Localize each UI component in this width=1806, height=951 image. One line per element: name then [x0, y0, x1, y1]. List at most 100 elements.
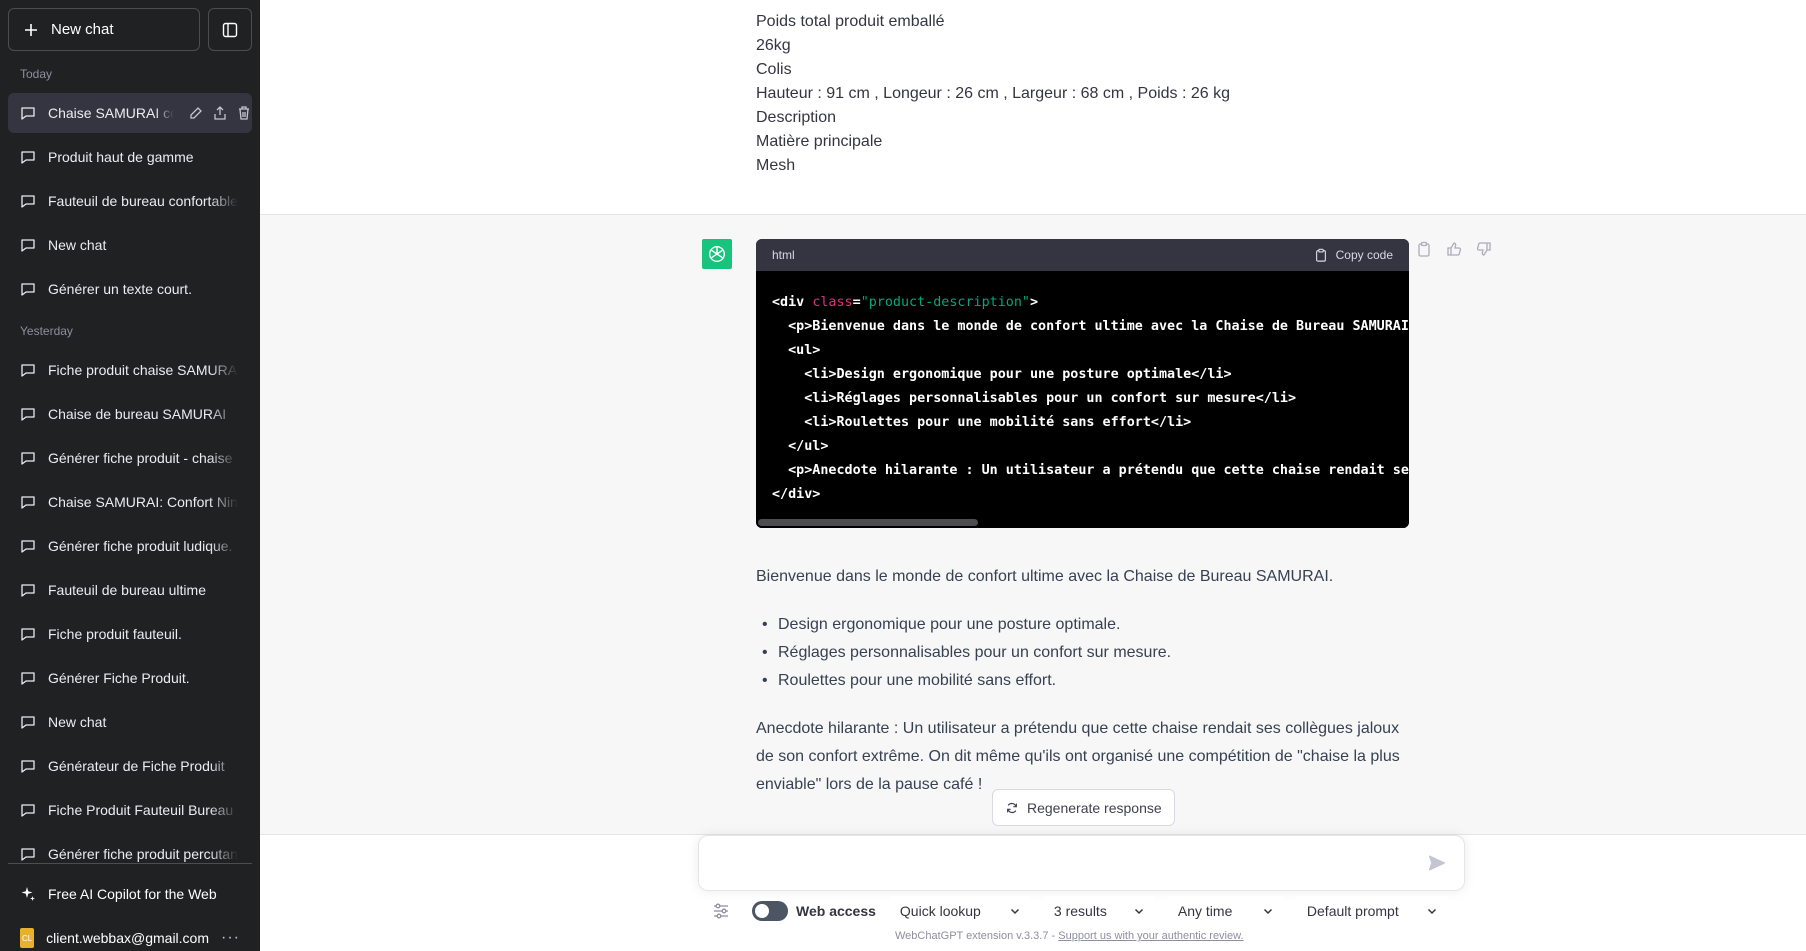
chevron-down-icon — [1427, 908, 1436, 915]
user-line: Description — [756, 109, 837, 126]
chat-bubble-icon — [21, 107, 35, 120]
sidebar-chat-item[interactable]: Chaise SAMURAI co — [8, 93, 252, 133]
sidebar-chat-item[interactable]: Générer fiche produit percutant — [8, 834, 252, 874]
code-scrollbar[interactable] — [756, 518, 1409, 528]
sliders-icon[interactable] — [712, 902, 730, 920]
feature-list: Design ergonomique pour une posture opti… — [756, 611, 1409, 695]
sidebar-chat-item[interactable]: Fiche produit fauteuil. — [8, 614, 252, 654]
time-select[interactable]: Any time — [1167, 896, 1283, 926]
mode-select[interactable]: Quick lookup — [889, 896, 1030, 926]
chat-bubble-icon — [21, 283, 35, 296]
regenerate-response-button[interactable]: Regenerate response — [992, 789, 1175, 826]
sidebar-chat-item[interactable]: Produit haut de gamme — [8, 137, 252, 177]
support-review-link[interactable]: Support us with your authentic review. — [1058, 930, 1243, 942]
code-line: <p>Bienvenue dans le monde de confort ul… — [772, 319, 1409, 334]
sidebar-chat-item[interactable]: Fiche Produit Fauteuil Bureau — [8, 790, 252, 830]
sidebar-chat-item[interactable]: Chaise de bureau SAMURAI — [8, 394, 252, 434]
chat-item-actions — [188, 105, 252, 121]
copy-code-label: Copy code — [1335, 248, 1393, 262]
chat-bubble-icon — [21, 848, 35, 861]
user-message-text: Poids total produit emballé 26kg Colis H… — [756, 10, 1230, 178]
thumbs-up-icon[interactable] — [1446, 241, 1462, 257]
list-item: Réglages personnalisables pour un confor… — [756, 639, 1409, 667]
plus-icon — [25, 23, 37, 36]
chat-item-label: Fiche Produit Fauteuil Bureau — [48, 802, 234, 818]
time-value: Any time — [1177, 903, 1233, 919]
sidebar-chat-item[interactable]: Fiche produit chaise SAMURAI — [8, 350, 252, 390]
mode-value: Quick lookup — [899, 903, 981, 919]
message-feedback — [1416, 241, 1492, 257]
share-icon[interactable] — [212, 105, 228, 121]
chat-bubble-icon — [21, 584, 35, 597]
sidebar-chat-item[interactable]: Générer fiche produit - chaise — [8, 438, 252, 478]
sidebar-toggle-button[interactable] — [208, 8, 252, 51]
sidebar-chat-item[interactable]: New chat — [8, 702, 252, 742]
thumbs-down-icon[interactable] — [1476, 241, 1492, 257]
code-line: </ul> — [772, 439, 829, 454]
chat-bubble-icon — [21, 239, 35, 252]
chat-bubble-icon — [21, 628, 35, 641]
sidebar-chat-item[interactable]: Générer Fiche Produit. — [8, 658, 252, 698]
send-icon[interactable] — [1428, 854, 1446, 872]
sidebar-chat-item[interactable]: Chaise SAMURAI: Confort Ninja — [8, 482, 252, 522]
sidebar-top: New chat — [8, 8, 252, 51]
results-select[interactable]: 3 results — [1043, 896, 1154, 926]
chat-item-label: Produit haut de gamme — [48, 149, 194, 165]
chat-bubble-icon — [21, 716, 35, 729]
sidebar-chat-item[interactable]: Générer fiche produit ludique. — [8, 526, 252, 566]
code-line: <li>Design ergonomique pour une posture … — [772, 367, 1232, 382]
chevron-down-icon — [1010, 908, 1019, 915]
intro-paragraph: Bienvenue dans le monde de confort ultim… — [756, 568, 1334, 585]
chat-item-label: Générer fiche produit - chaise — [48, 450, 233, 466]
new-chat-button[interactable]: New chat — [8, 8, 200, 51]
chat-bubble-icon — [21, 672, 35, 685]
trash-icon[interactable] — [236, 105, 252, 121]
sidebar-chat-item[interactable]: Fauteuil de bureau confortable — [8, 181, 252, 221]
sidebar: New chat Today Chaise SAMURAI co Produit… — [0, 0, 260, 951]
sparkle-icon — [21, 887, 35, 901]
code-block-header: html Copy code — [756, 239, 1409, 271]
prompt-select[interactable]: Default prompt — [1296, 896, 1447, 926]
edit-icon[interactable] — [188, 105, 204, 121]
user-line: Matière principale — [756, 133, 883, 150]
user-line: Colis — [756, 61, 792, 78]
assistant-message: html Copy code <div class="product-descr… — [260, 215, 1806, 835]
code-line: <div class="product-description"> — [772, 295, 1039, 310]
clipboard-icon — [1315, 248, 1326, 262]
chat-item-label: Chaise SAMURAI: Confort Ninja — [48, 494, 238, 510]
web-access-toggle[interactable] — [752, 901, 788, 921]
code-language: html — [772, 248, 795, 262]
chat-item-label: Chaise SAMURAI co — [48, 105, 174, 121]
chevron-down-icon — [1263, 908, 1272, 915]
chat-item-label: Fiche produit fauteuil. — [48, 626, 182, 642]
code-scrollbar-thumb[interactable] — [758, 519, 978, 526]
copy-code-button[interactable]: Copy code — [1314, 248, 1393, 262]
copilot-label: Free AI Copilot for the Web — [48, 886, 217, 902]
user-account[interactable]: CL client.webbax@gmail.com ··· — [8, 918, 252, 951]
user-line: Mesh — [756, 157, 796, 174]
prompt-input[interactable] — [713, 850, 1393, 878]
sidebar-chat-item[interactable]: Fauteuil de bureau ultime — [8, 570, 252, 610]
avatar: CL — [20, 928, 35, 948]
user-message: Poids total produit emballé 26kg Colis H… — [260, 0, 1806, 215]
chat-item-label: Générer fiche produit percutant — [48, 846, 238, 862]
extension-footer: WebChatGPT extension v.3.3.7 - Support u… — [895, 930, 1244, 942]
copilot-link[interactable]: Free AI Copilot for the Web — [8, 874, 252, 914]
chat-item-label: Fiche produit chaise SAMURAI — [48, 362, 238, 378]
sidebar-chat-item[interactable]: Générer un texte court. — [8, 269, 252, 309]
sidebar-chat-item[interactable]: New chat — [8, 225, 252, 265]
copy-icon[interactable] — [1416, 241, 1432, 257]
chat-bubble-icon — [21, 540, 35, 553]
regenerate-label: Regenerate response — [1027, 799, 1162, 816]
chat-item-label: Générer un texte court. — [48, 281, 192, 297]
sidebar-chat-item[interactable]: Générateur de Fiche Produit — [8, 746, 252, 786]
chat-item-label: Générer Fiche Produit. — [48, 670, 190, 686]
chat-bubble-icon — [21, 364, 35, 377]
user-email: client.webbax@gmail.com — [46, 930, 210, 946]
user-line: Hauteur : 91 cm , Longeur : 26 cm , Larg… — [756, 85, 1231, 102]
chat-bubble-icon — [21, 452, 35, 465]
results-value: 3 results — [1053, 903, 1107, 919]
chat-bubble-icon — [21, 151, 35, 164]
more-options-icon[interactable]: ··· — [221, 929, 240, 947]
chat-item-label: Générer fiche produit ludique. — [48, 538, 233, 554]
